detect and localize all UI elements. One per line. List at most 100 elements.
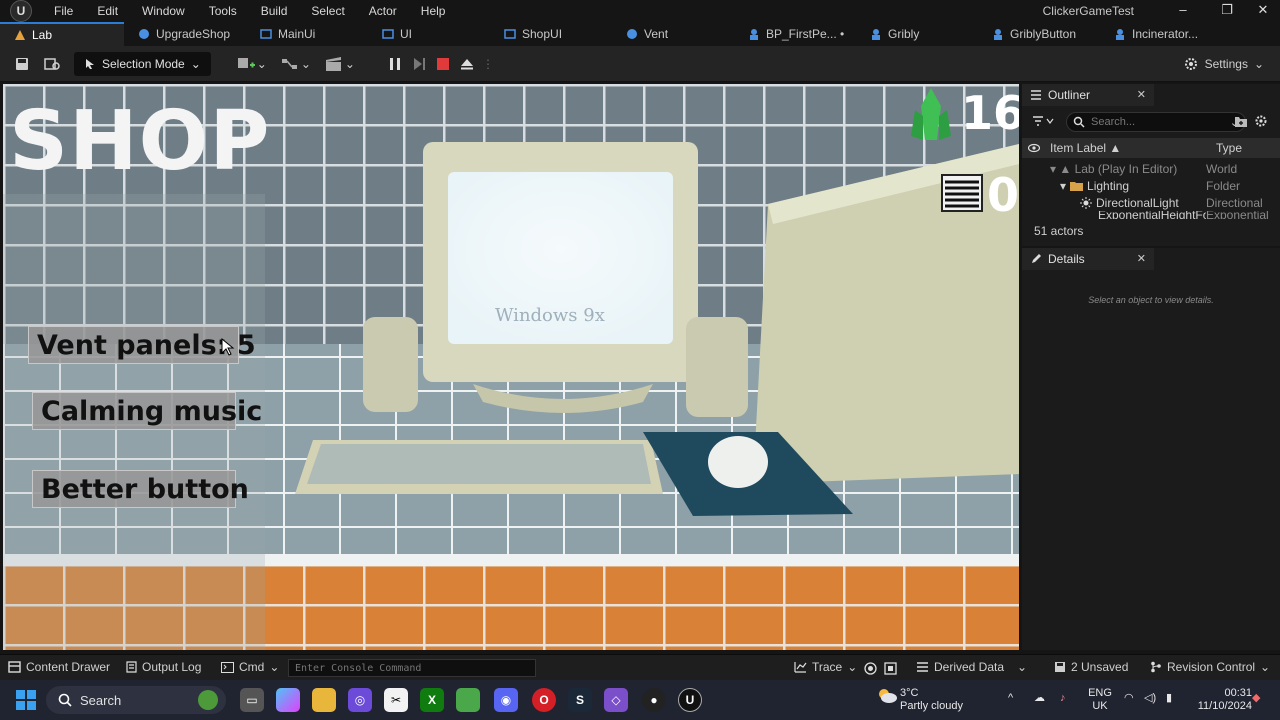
blueprint-menu-button[interactable]: ⌄	[281, 51, 311, 77]
unreal-engine-icon[interactable]: U	[678, 688, 702, 712]
tab-lab[interactable]: Lab	[0, 22, 124, 46]
settings-button[interactable]: Settings ⌄	[1183, 51, 1264, 77]
vent-panels-button[interactable]: Vent panels: 5	[28, 326, 256, 364]
minimize-button[interactable]: –	[1166, 2, 1200, 17]
steam-icon[interactable]: S	[568, 688, 592, 712]
more-options-icon[interactable]: ⋮	[482, 51, 494, 77]
stop-button[interactable]	[433, 51, 453, 77]
selection-mode-dropdown[interactable]: Selection Mode ⌄	[74, 51, 211, 76]
obs-icon[interactable]: ●	[642, 688, 666, 712]
status-bar: Content Drawer Output Log Cmd ⌄ Trace ⌄ …	[0, 654, 1280, 680]
tab-bp-firstperson[interactable]: BP_FirstPe... •	[734, 22, 856, 46]
tab-incinerator[interactable]: Incinerator...	[1100, 22, 1222, 46]
type-column[interactable]: Type	[1216, 141, 1242, 155]
menu-help[interactable]: Help	[409, 0, 458, 22]
filter-icon[interactable]	[1032, 115, 1054, 130]
outliner-tab[interactable]: Outliner ✕	[1022, 84, 1154, 106]
browse-icon[interactable]	[42, 51, 62, 77]
outliner-search-input[interactable]: Search... ⌄	[1066, 112, 1246, 132]
outliner-row-directionallight[interactable]: DirectionalLight Directional	[1022, 194, 1280, 211]
tab-label: BP_FirstPe... •	[766, 27, 845, 41]
clock-date[interactable]: 11/10/2024	[1188, 700, 1252, 713]
visual-studio-icon[interactable]: ◇	[604, 688, 628, 712]
microphone-icon[interactable]: ♪	[1060, 692, 1066, 705]
cmd-dropdown[interactable]: Cmd ⌄	[221, 660, 279, 674]
tab-gribly[interactable]: Gribly	[856, 22, 978, 46]
outliner-row-lighting[interactable]: ▾ Lighting Folder	[1022, 177, 1280, 194]
copilot-icon[interactable]	[276, 688, 300, 712]
opera-icon[interactable]: O	[532, 688, 556, 712]
gear-icon[interactable]	[1254, 114, 1268, 128]
close-icon[interactable]: ✕	[1137, 88, 1146, 101]
console-command-input[interactable]	[288, 659, 536, 677]
add-actor-button[interactable]: ⌄	[237, 51, 267, 77]
weather-icon[interactable]	[876, 686, 898, 704]
tab-upgradeshop[interactable]: UpgradeShop	[124, 22, 246, 46]
details-panel: Details ✕ Select an object to view detai…	[1022, 248, 1280, 650]
eject-button[interactable]	[457, 51, 477, 77]
eye-icon[interactable]	[1028, 143, 1040, 153]
content-drawer-button[interactable]: Content Drawer	[8, 660, 110, 674]
character-icon	[994, 29, 1002, 40]
capcut-icon[interactable]: ✂	[384, 688, 408, 712]
maximize-button[interactable]: ❐	[1210, 2, 1244, 18]
screenshot-icon[interactable]	[884, 662, 897, 675]
xbox-icon[interactable]: X	[420, 688, 444, 712]
windows-taskbar: Search ▭ ◎ ✂ X ◉ O S ◇ ● U 3°C Partly cl…	[0, 680, 1280, 720]
revision-control-dropdown[interactable]: Revision Control ⌄	[1150, 660, 1270, 674]
tab-griblybutton[interactable]: GriblyButton	[978, 22, 1100, 46]
folder-icon	[1070, 181, 1084, 191]
advance-frame-button[interactable]	[409, 51, 429, 77]
add-folder-icon[interactable]	[1234, 115, 1248, 128]
menu-file[interactable]: File	[42, 0, 85, 22]
notification-bell-icon[interactable]: ◆	[1252, 692, 1260, 705]
menu-tools[interactable]: Tools	[197, 0, 249, 22]
show-hidden-icons-icon[interactable]: ^	[1008, 692, 1013, 705]
cinematics-button[interactable]: ⌄	[325, 51, 355, 77]
derived-data-dropdown[interactable]: Derived Data ⌄	[916, 660, 1027, 674]
cursor-icon	[86, 58, 94, 69]
better-button-button[interactable]: Better button	[32, 470, 249, 508]
menu-select[interactable]: Select	[299, 0, 356, 22]
volume-icon[interactable]: ◁)	[1144, 692, 1156, 705]
task-view-icon[interactable]: ▭	[240, 688, 264, 712]
cloud-icon[interactable]: ☁	[1034, 692, 1045, 705]
file-explorer-icon[interactable]	[312, 688, 336, 712]
menu-window[interactable]: Window	[130, 0, 197, 22]
record-icon[interactable]	[864, 662, 877, 675]
save-icon	[1055, 662, 1065, 672]
tab-mainui[interactable]: MainUi	[246, 22, 368, 46]
minecraft-icon[interactable]	[456, 688, 480, 712]
tab-ui[interactable]: UI	[368, 22, 490, 46]
calming-music-button[interactable]: Calming music	[32, 392, 262, 430]
level-viewport[interactable]: Windows 9x SHOP Vent panels: 5 Calming m…	[3, 84, 1019, 650]
unsaved-button[interactable]: 2 Unsaved	[1054, 660, 1128, 674]
tab-shopui[interactable]: ShopUI	[490, 22, 612, 46]
menu-actor[interactable]: Actor	[357, 0, 409, 22]
unreal-logo-icon[interactable]: U	[10, 0, 32, 22]
frame-advance-icon	[413, 57, 425, 70]
battery-icon[interactable]: ▮	[1166, 692, 1172, 705]
item-label-column[interactable]: Item Label ▲	[1050, 141, 1210, 155]
pause-button[interactable]	[385, 51, 405, 77]
menu-edit[interactable]: Edit	[85, 0, 130, 22]
discord-icon[interactable]: ◉	[494, 688, 518, 712]
wifi-icon[interactable]: ◠	[1124, 692, 1134, 705]
tab-vent[interactable]: Vent	[612, 22, 734, 46]
trace-dropdown[interactable]: Trace ⌄	[794, 660, 857, 674]
close-window-button[interactable]: ✕	[1246, 2, 1280, 18]
language-code[interactable]: ENG	[1088, 687, 1112, 700]
blueprint-graph-icon	[281, 58, 297, 69]
region-code[interactable]: UK	[1088, 700, 1112, 713]
close-icon[interactable]: ✕	[1137, 252, 1146, 265]
clock-time[interactable]: 00:31	[1188, 687, 1252, 700]
menu-build[interactable]: Build	[249, 0, 300, 22]
camera-app-icon[interactable]: ◎	[348, 688, 372, 712]
outliner-row-exponentialheightfog[interactable]: ExponentialHeightFog Exponential	[1022, 211, 1280, 219]
output-log-button[interactable]: Output Log	[126, 660, 201, 674]
save-icon[interactable]	[12, 51, 32, 77]
outliner-row-world[interactable]: ▾ ▲ Lab (Play In Editor) World	[1022, 160, 1280, 177]
details-tab[interactable]: Details ✕	[1022, 248, 1154, 270]
taskbar-search[interactable]: Search	[46, 686, 226, 714]
windows-start-icon[interactable]	[16, 690, 36, 710]
